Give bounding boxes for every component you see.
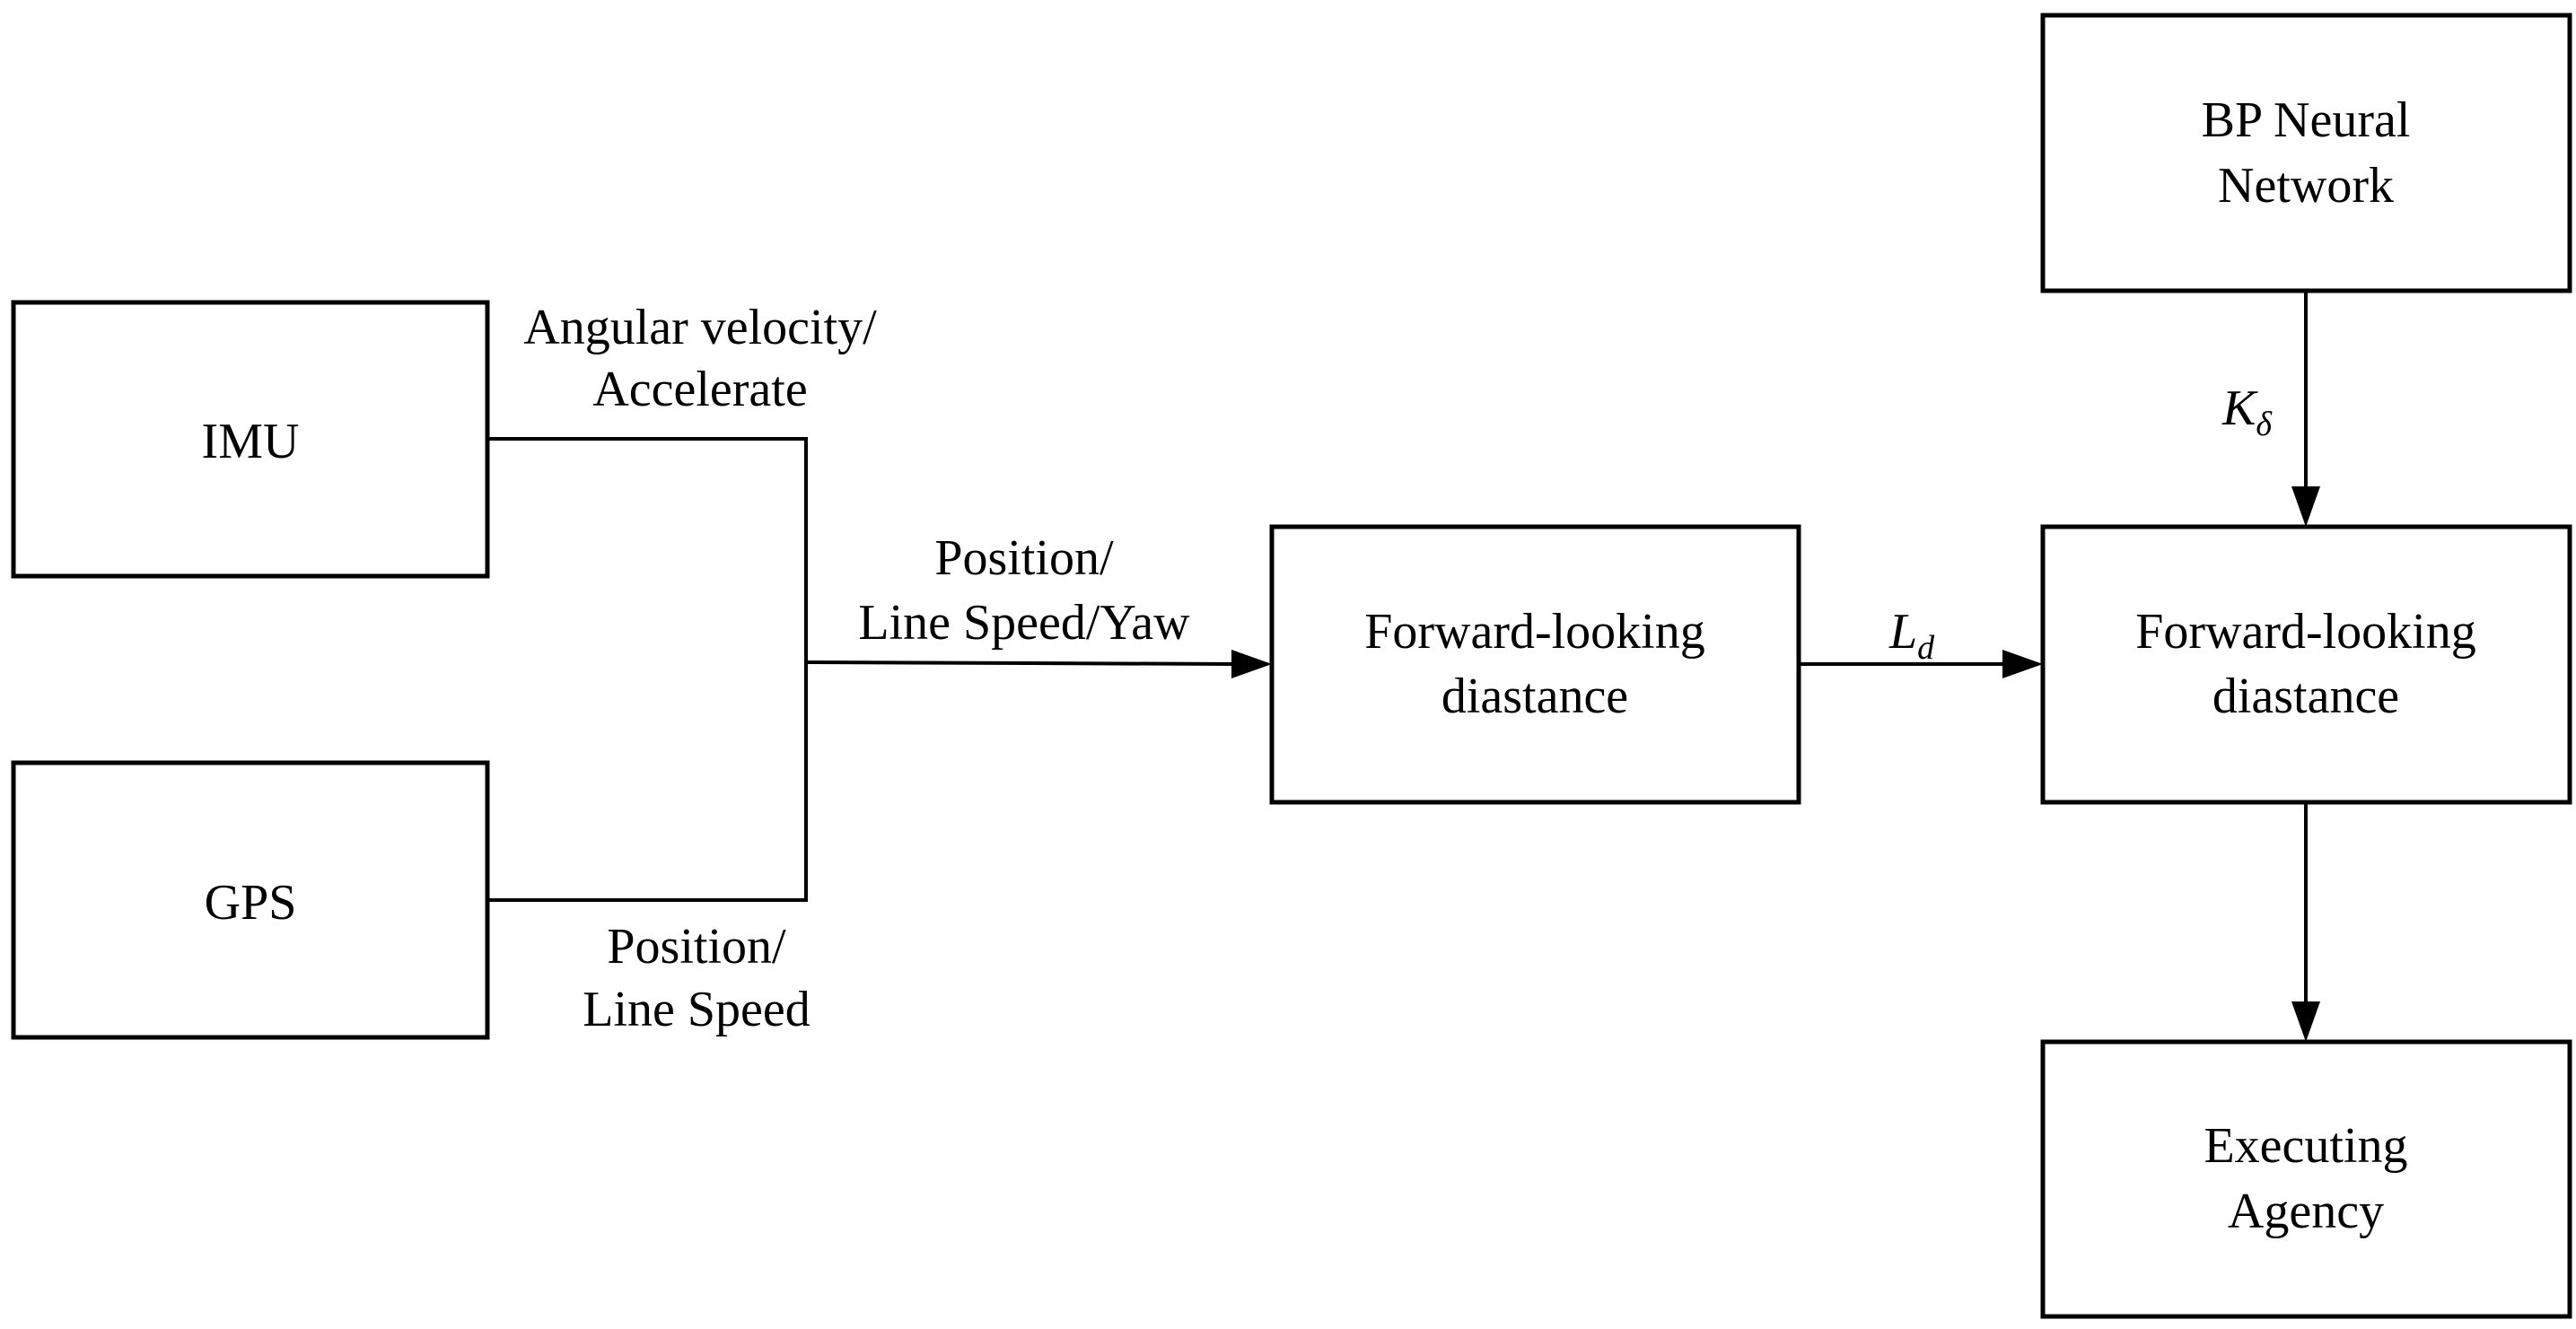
imu-label: IMU xyxy=(202,414,300,469)
bp-label-line2: Network xyxy=(2218,158,2394,214)
gps-output-label-line1: Position/ xyxy=(607,919,786,975)
imu-gps-merge-connector xyxy=(487,437,808,902)
arrowhead-to-executing-agency xyxy=(2291,1001,2320,1042)
fld1-label-line1: Forward-looking xyxy=(1364,604,1705,660)
fld2-label-line1: Forward-looking xyxy=(2135,604,2476,660)
block-diagram: IMU GPS Forward-looking diastance Forwar… xyxy=(11,13,2572,1319)
k-subscript: δ xyxy=(2256,406,2273,443)
ld-label: Ld xyxy=(1888,604,1935,667)
imu-output-label-line2: Accelerate xyxy=(592,362,807,417)
k-main: K xyxy=(2221,380,2258,436)
executing-agency-box xyxy=(2040,1039,2572,1319)
imu-output-label-line1: Angular velocity/ xyxy=(523,300,877,355)
exec-label-line1: Executing xyxy=(2204,1118,2407,1174)
exec-label-line2: Agency xyxy=(2228,1184,2384,1239)
fld1-label-line2: diastance xyxy=(1441,669,1628,724)
bp-label-line1: BP Neural xyxy=(2202,92,2411,148)
merged-label-line1: Position/ xyxy=(934,530,1114,586)
bp-neural-network-box xyxy=(2040,13,2572,293)
arrowhead-to-fld2 xyxy=(2002,650,2043,678)
fld2-label-line2: diastance xyxy=(2212,669,2399,724)
ld-subscript: d xyxy=(1917,629,1935,667)
k-delta-label: Kδ xyxy=(2221,380,2273,443)
ld-main: L xyxy=(1888,604,1917,660)
arrowhead-to-fld1 xyxy=(1231,650,1272,678)
merged-label-line2: Line Speed/Yaw xyxy=(858,595,1190,651)
forward-looking-distance-box-2 xyxy=(2040,524,2572,805)
merged-signal-line xyxy=(805,660,1235,666)
forward-looking-distance-box-1 xyxy=(1269,524,1801,805)
gps-output-label-line2: Line Speed xyxy=(583,982,810,1037)
gps-label: GPS xyxy=(205,875,297,931)
arrowhead-to-fld2-top xyxy=(2291,486,2320,527)
